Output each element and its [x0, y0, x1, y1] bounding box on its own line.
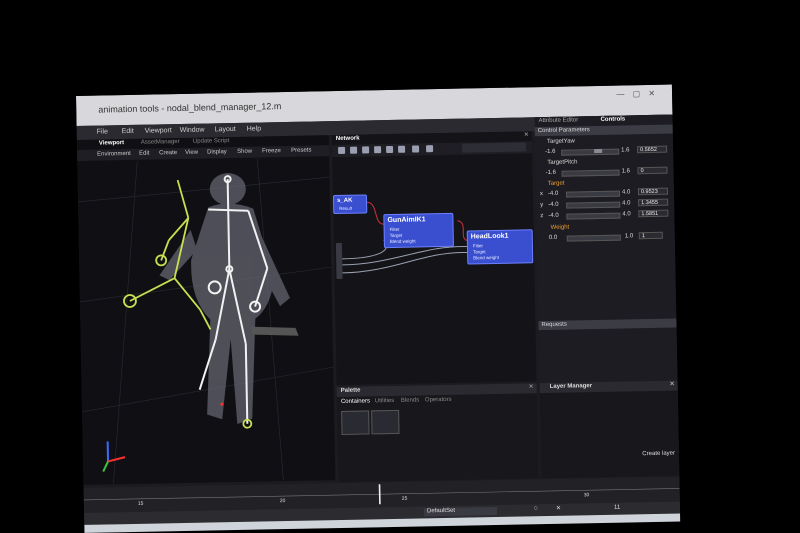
network-panel[interactable]: Network ✕ s_AK Result GunAimIK1 Filter T… — [331, 131, 537, 386]
target-pitch-value[interactable]: 0 — [637, 166, 668, 175]
weight-label: Weight — [550, 224, 570, 231]
create-layer-button[interactable]: Create layer — [642, 451, 675, 458]
menu-window[interactable]: Window — [180, 127, 205, 134]
control-parameters-header: Control Parameters — [537, 127, 590, 135]
port-filter[interactable]: Filter — [390, 227, 400, 232]
target-pitch-max: 1.6 — [621, 168, 630, 175]
node-title: HeadLook1 — [470, 232, 509, 241]
axis-y-label: y — [540, 202, 544, 209]
port-filter[interactable]: Filter — [473, 243, 483, 248]
menu-edit[interactable]: Edit — [122, 128, 134, 135]
target-pitch-label: TargetPitch — [547, 159, 578, 166]
target-z-max: 4.0 — [622, 211, 631, 218]
vp-menu-show[interactable]: Show — [237, 149, 252, 155]
target-y-max: 4.0 — [622, 200, 631, 207]
palette-panel: Palette ✕ Containers Utilities Blends Op… — [336, 383, 539, 483]
defaultset-dropdown[interactable]: DefaultSet — [423, 506, 498, 517]
menu-file[interactable]: File — [97, 128, 108, 135]
target-y-value[interactable]: 1.3455 — [638, 198, 669, 207]
axis-x-label: x — [539, 191, 544, 198]
palette-title: Palette — [340, 387, 361, 394]
port-result[interactable]: Result — [339, 206, 352, 211]
tab-controls[interactable]: Controls — [600, 116, 625, 122]
tab-operators[interactable]: Operators — [425, 397, 452, 404]
tab-containers[interactable]: Containers — [341, 398, 370, 405]
weight-value[interactable]: 1 — [638, 231, 663, 240]
requests-header: Requests — [538, 318, 677, 331]
target-yaw-slider[interactable] — [561, 148, 620, 156]
node-title: s_AK — [337, 197, 353, 205]
target-pitch-min: -1.6 — [545, 169, 556, 176]
vp-menu-create[interactable]: Create — [159, 150, 177, 156]
slider-handle[interactable] — [594, 148, 603, 154]
weight-slider[interactable] — [566, 234, 621, 242]
vp-menu-view[interactable]: View — [185, 150, 198, 156]
menu-help[interactable]: Help — [247, 125, 262, 132]
target-y-min: -4.0 — [548, 201, 559, 208]
weapon — [250, 326, 299, 336]
menu-viewport[interactable]: Viewport — [145, 127, 172, 135]
port-blend-weight[interactable]: Blend weight — [473, 255, 499, 260]
target-x-value[interactable]: 0.9523 — [637, 187, 669, 196]
target-x-max: 4.0 — [621, 189, 631, 196]
tab-attribute-editor[interactable]: Attribute Editor — [539, 117, 579, 124]
node-gunaimik1[interactable]: GunAimIK1 Filter Target Blend weight — [383, 212, 454, 249]
frame-number[interactable]: 11 — [614, 505, 620, 511]
axis-gizmo — [102, 441, 126, 472]
tick-label: 15 — [137, 500, 144, 507]
close-icon[interactable]: ✕ — [556, 505, 561, 512]
target-yaw-label: TargetYaw — [546, 138, 575, 145]
axis-z-label: z — [540, 213, 544, 220]
window-controls[interactable]: — ▢ ✕ — [616, 89, 658, 99]
home-icon[interactable]: ⌂ — [534, 505, 538, 511]
weight-max: 1.0 — [624, 233, 634, 240]
tick-label: 25 — [401, 495, 408, 502]
app-window: animation tools - nodal_blend_manager_12… — [76, 84, 681, 533]
weight-min: 0.0 — [548, 234, 558, 241]
palette-item-network[interactable] — [371, 409, 400, 435]
window-title: animation tools - nodal_blend_manager_12… — [98, 101, 282, 115]
port-target[interactable]: Target — [473, 249, 486, 254]
port-blend-weight[interactable]: Blend weight — [390, 239, 416, 244]
target-z-slider[interactable] — [566, 212, 621, 220]
vp-menu-environment[interactable]: Environment — [97, 151, 131, 158]
vp-menu-edit[interactable]: Edit — [139, 151, 149, 157]
node-title: GunAimIK1 — [387, 216, 426, 225]
target-pitch-slider[interactable] — [561, 169, 620, 177]
layer-close-icon[interactable]: ✕ — [670, 381, 675, 388]
vp-menu-presets[interactable]: Presets — [291, 147, 311, 153]
vp-menu-freeze[interactable]: Freeze — [262, 148, 281, 154]
requests-label: Requests — [541, 321, 567, 329]
tab-blends[interactable]: Blends — [401, 397, 419, 403]
menu-layout[interactable]: Layout — [215, 126, 236, 133]
target-yaw-min: -1.6 — [545, 148, 556, 156]
target-x-min: -4.0 — [547, 190, 559, 197]
target-z-value[interactable]: 1.5851 — [638, 209, 669, 218]
layer-manager-panel: Layer Manager ✕ Create layer — [539, 380, 680, 479]
target-x-slider[interactable] — [565, 190, 621, 198]
tab-update-script[interactable]: Update Script — [193, 138, 229, 145]
target-yaw-max: 1.6 — [621, 147, 630, 154]
target-y-slider[interactable] — [566, 201, 621, 209]
input-stub-node[interactable] — [335, 242, 343, 280]
3d-scene[interactable] — [77, 157, 335, 484]
tick-label: 20 — [279, 498, 286, 505]
target-label: Target — [547, 180, 565, 187]
port-target[interactable]: Target — [390, 233, 403, 238]
tab-utilities[interactable]: Utilities — [375, 398, 394, 404]
palette-close-icon[interactable]: ✕ — [529, 383, 534, 390]
target-yaw-value[interactable]: 0.5652 — [637, 145, 668, 154]
layer-manager-title: Layer Manager — [549, 383, 593, 390]
node-headlook1[interactable]: HeadLook1 Filter Target Blend weight — [466, 229, 534, 265]
tab-viewport[interactable]: Viewport — [99, 140, 124, 146]
target-z-min: -4.0 — [548, 212, 559, 219]
viewport-panel[interactable]: Viewport AssetManager Update Script Envi… — [76, 135, 336, 485]
palette-item-container[interactable] — [341, 410, 370, 435]
vp-menu-display[interactable]: Display — [207, 149, 227, 155]
tab-assetmanager[interactable]: AssetManager — [141, 139, 180, 146]
tick-label: 30 — [583, 492, 590, 499]
node-s-ak[interactable]: s_AK Result — [332, 194, 368, 215]
